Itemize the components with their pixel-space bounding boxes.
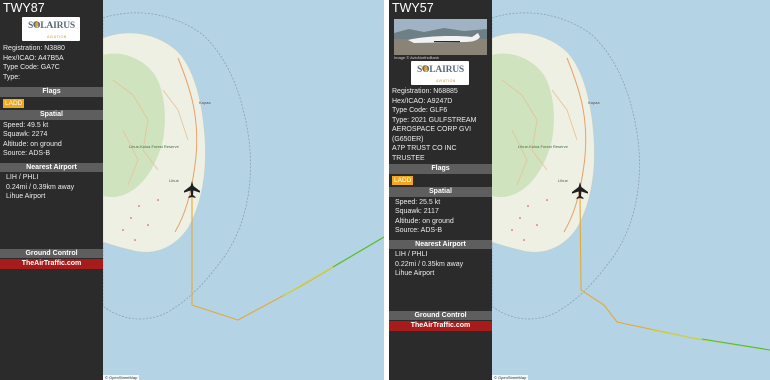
info-sidebar: TWY57 Image © AvioNorthoBank SOLAIRUS AV… <box>389 0 492 380</box>
flight-map[interactable]: Lihue-Koloa Forest Reserve Kapaa Lihue ©… <box>491 0 770 380</box>
map-label-town: Kapaa <box>199 100 211 105</box>
map-label-park: Lihue-Koloa Forest Reserve <box>129 144 180 149</box>
map-label-park: Lihue-Koloa Forest Reserve <box>518 144 569 149</box>
ground-control-header: Ground Control <box>389 310 492 320</box>
callsign: TWY87 <box>3 1 45 15</box>
site-link[interactable]: TheAirTraffic.com <box>0 259 103 269</box>
source: Source: ADS-B <box>3 150 51 157</box>
airport-distance: 0.24mi / 0.39km away <box>6 183 75 191</box>
airport-code: LIH / PHLI <box>6 174 39 181</box>
operator-logo: SOLAIRUS AVIATION <box>411 61 469 85</box>
airport-code: LIH / PHLI <box>395 251 428 258</box>
airport-name: Lihue Airport <box>6 193 46 200</box>
squawk: Squawk: 2117 <box>395 208 439 215</box>
flags-header: Flags <box>389 164 492 174</box>
speed: Speed: 49.5 kt <box>3 121 49 129</box>
airport-name: Lihue Airport <box>395 270 435 277</box>
squawk: Squawk: 2274 <box>3 131 48 138</box>
airport-distance: 0.22mi / 0.35km away <box>395 260 464 268</box>
map-attribution[interactable]: © OpenStreetMap <box>492 375 529 380</box>
nearest-airport-header: Nearest Airport <box>389 239 492 249</box>
source: Source: ADS-B <box>395 227 443 234</box>
map-label-town: Lihue <box>169 178 180 183</box>
altitude: Altitude: on ground <box>3 140 62 148</box>
flight-map[interactable]: Lihue-Koloa Forest Reserve Kapaa Lihue ©… <box>102 0 384 380</box>
callsign: TWY57 <box>392 1 434 15</box>
aircraft-type: Type: <box>3 73 21 81</box>
speed: Speed: 25.5 kt <box>395 198 441 206</box>
altitude: Altitude: on ground <box>395 217 454 225</box>
ladd-badge: LADD <box>3 98 25 108</box>
hex-icao: Hex/ICAO: A47B5A <box>3 54 64 62</box>
ground-control-header: Ground Control <box>0 248 103 258</box>
registration: Registration: N68885 <box>392 88 458 95</box>
spatial-header: Spatial <box>389 187 492 197</box>
type-code: Type Code: GA7C <box>3 64 60 71</box>
operator-logo: SOLAIRUS AVIATION <box>22 17 80 41</box>
map-label-town: Lihue <box>558 178 569 183</box>
site-link[interactable]: TheAirTraffic.com <box>389 321 492 331</box>
nearest-airport-header: Nearest Airport <box>0 162 103 172</box>
aircraft-photo[interactable] <box>394 19 487 55</box>
registration: Registration: N3880 <box>3 45 65 52</box>
ladd-badge: LADD <box>392 175 414 185</box>
aircraft-type: Type: 2021 GULFSTREAM AEROSPACE CORP GVI… <box>392 116 477 143</box>
map-canvas: Lihue-Koloa Forest Reserve Kapaa Lihue <box>102 0 384 380</box>
flags-header: Flags <box>0 87 103 97</box>
map-canvas: Lihue-Koloa Forest Reserve Kapaa Lihue <box>491 0 770 380</box>
right-tracker-panel: Lihue-Koloa Forest Reserve Kapaa Lihue ©… <box>389 0 770 380</box>
map-label-town: Kapaa <box>588 100 600 105</box>
map-attribution[interactable]: © OpenStreetMap <box>103 375 140 380</box>
spatial-header: Spatial <box>0 110 103 120</box>
left-tracker-panel: Lihue-Koloa Forest Reserve Kapaa Lihue ©… <box>0 0 384 380</box>
info-sidebar: TWY87 SOLAIRUS AVIATION Registration: N3… <box>0 0 103 380</box>
owner: A7P TRUST CO INC TRUSTEE <box>392 145 457 162</box>
hex-icao: Hex/ICAO: A9247D <box>392 97 453 105</box>
type-code: Type Code: GLF6 <box>392 107 448 114</box>
